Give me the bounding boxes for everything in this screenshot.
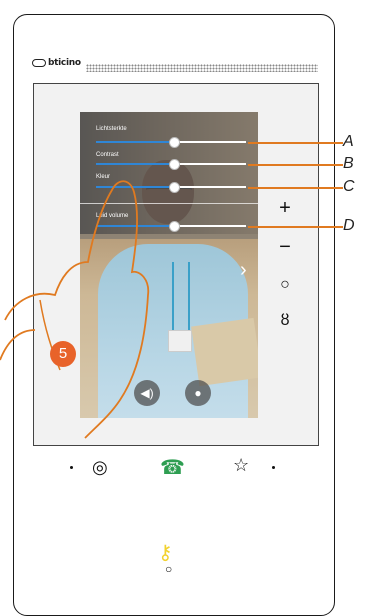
key-led-circle: ○ (165, 562, 173, 576)
hand-illustration (0, 180, 150, 439)
eye-icon[interactable]: ◎ (92, 457, 108, 478)
indicator-dot-left (70, 466, 73, 469)
step-badge: 5 (50, 341, 76, 367)
star-icon[interactable]: ☆ (233, 455, 249, 476)
indicator-dot-right (272, 466, 275, 469)
handset-icon[interactable]: ☎ (160, 455, 185, 480)
